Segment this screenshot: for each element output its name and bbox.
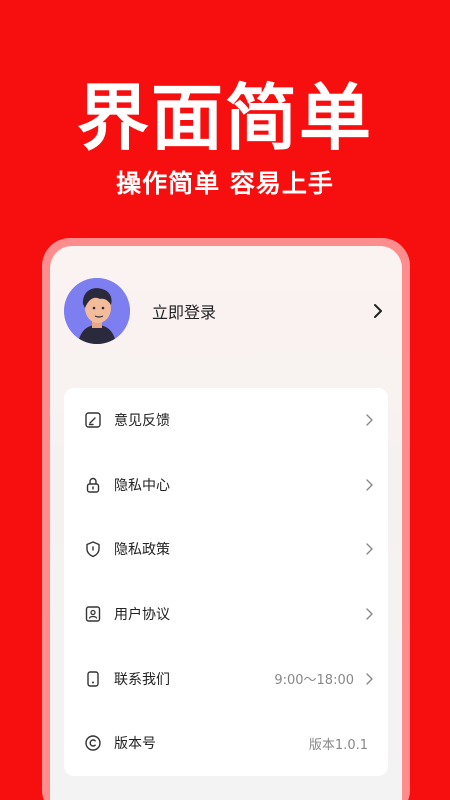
settings-menu: 意见反馈 隐私中心 隐私政策 用户协议 联系我们 9:00～18:00 版本号 … [64,388,388,776]
menu-item-label: 隐私中心 [114,477,170,494]
login-label[interactable]: 立即登录 [152,299,368,323]
contact-hours: 9:00～18:00 [274,673,354,689]
profile-row[interactable]: 立即登录 [64,276,388,346]
menu-item-contact-us[interactable]: 联系我们 9:00～18:00 [64,646,388,711]
phone-icon [87,670,99,687]
copyright-icon [85,735,101,751]
chevron-right-icon[interactable] [368,301,388,321]
chevron-right-icon [366,414,373,426]
feedback-icon [85,412,101,428]
menu-item-privacy-center[interactable]: 隐私中心 [64,453,388,518]
avatar-illustration-icon [64,278,130,344]
lock-icon [86,477,100,493]
chevron-right-icon [366,543,373,556]
menu-item-feedback[interactable]: 意见反馈 [64,388,388,453]
menu-item-label: 联系我们 [114,671,170,688]
chevron-right-icon [366,672,373,685]
phone-frame: 立即登录 意见反馈 隐私中心 隐私政策 用户协议 联系我们 9:00～18:00… [42,238,410,800]
menu-item-version: 版本号 版本1.0.1 [64,711,388,776]
shield-icon [86,541,100,558]
chevron-right-icon [366,479,373,491]
phone-screen: 立即登录 意见反馈 隐私中心 隐私政策 用户协议 联系我们 9:00～18:00… [50,246,402,800]
menu-item-label: 隐私政策 [114,542,170,559]
hero-subtitle: 操作简单 容易上手 [116,169,334,198]
user-agreement-icon [85,606,101,622]
chevron-right-icon [366,608,373,620]
menu-item-label: 意见反馈 [114,413,170,430]
menu-item-label: 用户协议 [114,607,170,624]
avatar[interactable] [64,278,130,344]
version-value: 版本1.0.1 [308,737,368,753]
hero-title: 界面简单 [76,76,373,160]
menu-item-user-agreement[interactable]: 用户协议 [64,582,388,647]
menu-item-label: 版本号 [114,736,156,753]
menu-item-privacy-policy[interactable]: 隐私政策 [64,517,388,582]
